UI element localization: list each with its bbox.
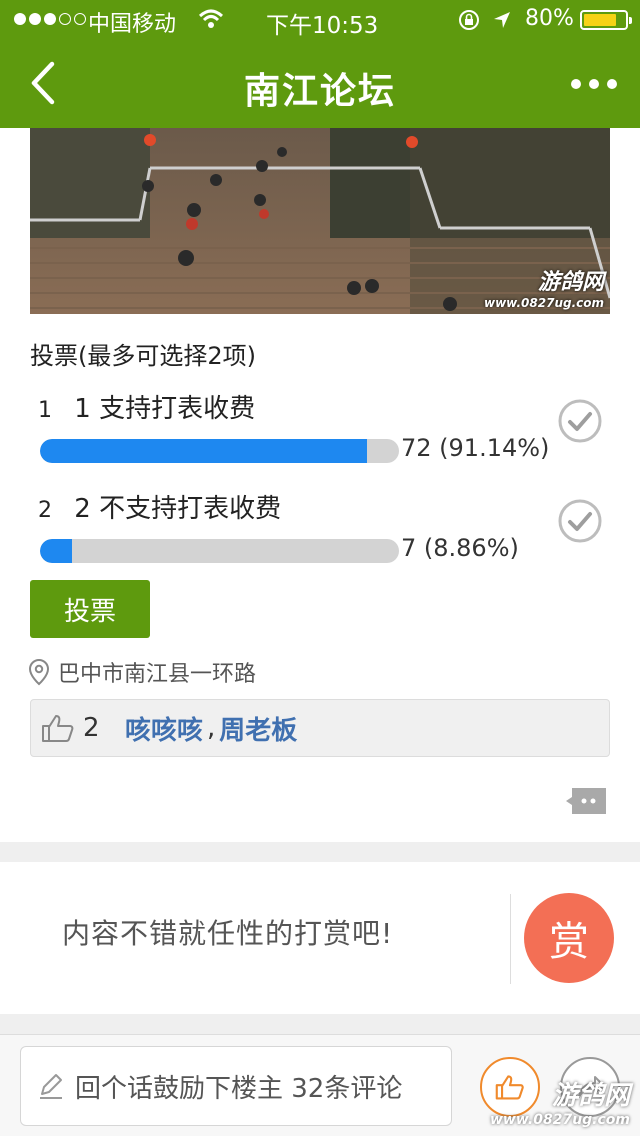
post-content-card: 游鸽网 www.0827ug.com 投票(最多可选择2项) 1 1 支持打表收… bbox=[0, 128, 640, 842]
carrier-name: 中国移动 bbox=[88, 12, 177, 37]
location-text: 巴中市南江县一环路 bbox=[58, 662, 257, 687]
comment-icon[interactable] bbox=[566, 788, 606, 814]
location-row: 巴中市南江县一环路 bbox=[28, 656, 256, 688]
wifi-icon bbox=[198, 9, 224, 28]
bottom-watermark: 游鸽网 www.0827ug.com bbox=[490, 1081, 630, 1128]
liker-name[interactable]: 咳咳咳 bbox=[125, 710, 203, 747]
poll-option-label: 2 不支持打表收费 bbox=[74, 494, 282, 524]
more-options-button[interactable] bbox=[564, 70, 624, 98]
location-pin-icon bbox=[28, 658, 50, 686]
poll-result-fill bbox=[40, 539, 72, 563]
status-time: 下午10:53 bbox=[266, 13, 379, 39]
top-bar: 中国移动 下午10:53 80% 南江论坛 bbox=[0, 0, 640, 128]
vote-button[interactable]: 投票 bbox=[30, 580, 150, 638]
check-circle-icon[interactable] bbox=[557, 498, 603, 544]
poll-result-fill bbox=[40, 439, 368, 463]
thumbs-up-icon bbox=[42, 715, 74, 742]
reward-prompt: 内容不错就任性的打赏吧! bbox=[62, 917, 394, 950]
poll-option-index: 2 bbox=[38, 498, 52, 523]
check-circle-icon[interactable] bbox=[557, 398, 603, 444]
like-count: 2 bbox=[83, 713, 100, 743]
navigation-bar: 南江论坛 bbox=[0, 40, 640, 128]
poll-option-2[interactable]: 2 2 不支持打表收费 bbox=[38, 488, 281, 525]
bottom-bar: 回个话鼓励下楼主 32条评论 游鸽网 www.0827ug.com bbox=[0, 1034, 640, 1136]
poll-result-bar-1 bbox=[40, 439, 399, 463]
battery-percent: 80% bbox=[525, 6, 574, 31]
reward-button[interactable]: 赏 bbox=[524, 893, 614, 983]
divider bbox=[510, 894, 511, 984]
poll-option-index: 1 bbox=[38, 398, 52, 423]
poll-result-label-2: 7 (8.86%) bbox=[401, 534, 519, 562]
battery-icon bbox=[580, 10, 632, 30]
liker-separator: , bbox=[207, 713, 216, 743]
poll-title: 投票(最多可选择2项) bbox=[30, 342, 256, 370]
poll-option-1[interactable]: 1 1 支持打表收费 bbox=[38, 388, 255, 425]
comment-input[interactable]: 回个话鼓励下楼主 32条评论 bbox=[20, 1046, 452, 1126]
likes-box: 2 咳咳咳 , 周老板 bbox=[30, 699, 610, 757]
poll-result-bar-2 bbox=[40, 539, 399, 563]
pencil-icon bbox=[40, 1074, 62, 1099]
page-title: 南江论坛 bbox=[243, 71, 396, 112]
photo-watermark: 游鸽网 www.0827ug.com bbox=[484, 270, 604, 310]
poll-result-label-1: 72 (91.14%) bbox=[401, 434, 550, 462]
rotation-lock-icon bbox=[459, 10, 479, 30]
reward-section: 内容不错就任性的打赏吧! 赏 bbox=[0, 862, 640, 1014]
comment-placeholder: 回个话鼓励下楼主 32条评论 bbox=[75, 1073, 403, 1104]
liker-name[interactable]: 周老板 bbox=[219, 710, 297, 747]
poll-option-label: 1 支持打表收费 bbox=[74, 394, 256, 424]
post-photo[interactable]: 游鸽网 www.0827ug.com bbox=[30, 128, 610, 314]
signal-strength-icon bbox=[14, 13, 86, 25]
status-bar: 中国移动 下午10:53 80% bbox=[0, 0, 640, 40]
location-arrow-icon bbox=[494, 12, 510, 28]
